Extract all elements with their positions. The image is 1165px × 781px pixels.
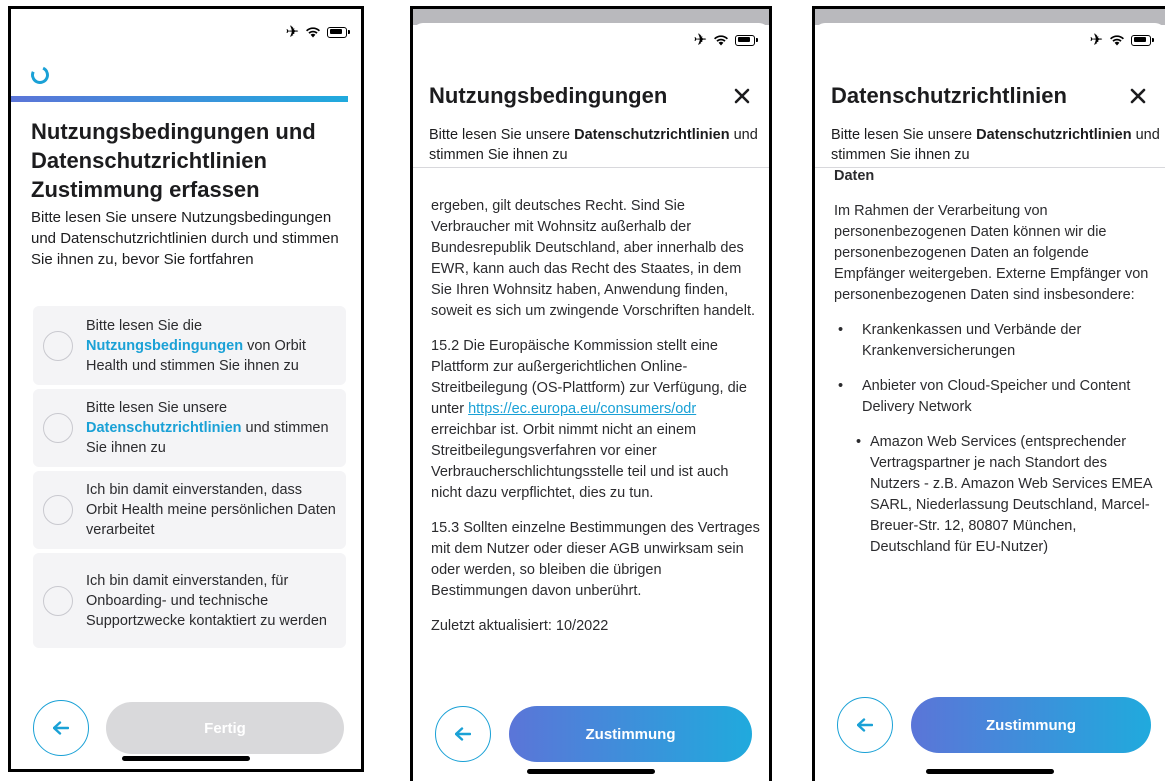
sub-list: • Amazon Web Services (entsprechender Ver… (834, 432, 1152, 558)
terms-paragraph: ergeben, gilt deutsches Recht. Sind Sie … (431, 198, 756, 319)
airplane-icon: ✈ (1089, 32, 1103, 49)
modal-subtitle: Bitte lesen Sie unsere Datenschutzrichtl… (831, 127, 1160, 163)
consent-card-text: Bitte lesen Sie unsere Datenschutzrichtl… (86, 400, 329, 456)
consent-card-text: Bitte lesen Sie die Nutzungsbedingungen … (86, 317, 306, 374)
back-button[interactable] (435, 706, 491, 762)
back-button[interactable] (33, 700, 89, 756)
progress-bar (11, 96, 348, 102)
privacy-modal-screen: ✈ Datenschutzrichtlinien Bitte lesen Sie… (812, 6, 1165, 781)
list-item: • Anbieter von Cloud-Speicher und Content… (834, 378, 1131, 415)
status-bar: ✈ (693, 31, 758, 49)
page-title: Nutzungsbedingungen und Datenschutzricht… (31, 119, 316, 202)
battery-charging-icon (735, 34, 758, 46)
status-bar: ✈ (285, 23, 350, 41)
close-button[interactable] (729, 83, 755, 109)
back-button[interactable] (837, 697, 893, 753)
privacy-scroll-area[interactable]: Daten Im Rahmen der Verarbeitung von per… (815, 168, 1165, 728)
home-indicator (926, 769, 1054, 774)
modal-title: Nutzungsbedingungen (429, 83, 668, 108)
close-icon (1130, 88, 1146, 104)
radio-data-processing[interactable] (43, 495, 73, 525)
radio-contact[interactable] (43, 585, 73, 616)
privacy-paragraph: Im Rahmen der Verarbeitung von personenb… (834, 203, 1149, 303)
wifi-icon (714, 35, 728, 46)
divider (413, 167, 769, 168)
battery-charging-icon (327, 26, 350, 38)
odr-link[interactable]: https://ec.europa.eu/consumers/odr (468, 401, 696, 417)
radio-privacy[interactable] (43, 413, 73, 443)
arrow-left-icon (857, 718, 873, 732)
consent-card-text: Ich bin damit einverstanden, für Onboard… (86, 572, 327, 629)
terms-paragraph: 15.2 Die Europäische Kommission stellt e… (431, 338, 747, 501)
airplane-icon: ✈ (285, 24, 299, 41)
page-description: Bitte lesen Sie unsere Nutzungsbedingung… (31, 209, 339, 268)
close-icon (734, 88, 750, 104)
loading-spinner-icon (28, 63, 52, 87)
arrow-left-icon (455, 727, 471, 741)
privacy-content: Daten Im Rahmen der Verarbeitung von per… (834, 168, 1152, 558)
wifi-icon (1110, 35, 1124, 46)
consent-card-privacy[interactable]: Bitte lesen Sie unsere Datenschutzrichtl… (33, 389, 346, 467)
agree-button[interactable]: Zustimmung (509, 706, 752, 762)
status-bar: ✈ (1089, 31, 1154, 49)
terms-paragraph: 15.3 Sollten einzelne Bestimmungen des V… (431, 520, 760, 599)
airplane-icon: ✈ (693, 32, 707, 49)
terms-content: ergeben, gilt deutsches Recht. Sind Sie … (431, 196, 761, 651)
modal-title: Datenschutzrichtlinien (831, 83, 1067, 108)
done-button[interactable]: Fertig (106, 702, 344, 754)
home-indicator (122, 756, 250, 761)
consent-screen: ✈ Nutzungsbedingungen und Datenschutzric… (8, 6, 364, 772)
modal-subtitle: Bitte lesen Sie unsere Datenschutzrichtl… (429, 127, 758, 163)
battery-charging-icon (1131, 34, 1154, 46)
wifi-icon (306, 27, 320, 38)
consent-card-terms[interactable]: Bitte lesen Sie die Nutzungsbedingungen … (33, 306, 346, 385)
list-item: • Krankenkassen und Verbände der Krankenv… (834, 322, 1082, 359)
close-button[interactable] (1125, 83, 1151, 109)
consent-card-text: Ich bin damit einverstanden, dass Orbit … (86, 482, 336, 538)
terms-link[interactable]: Nutzungsbedingungen (86, 338, 243, 354)
section-heading: Daten (834, 168, 875, 184)
consent-card-data-processing[interactable]: Ich bin damit einverstanden, dass Orbit … (33, 471, 346, 549)
consent-card-contact[interactable]: Ich bin damit einverstanden, für Onboard… (33, 553, 346, 648)
terms-modal-screen: ✈ Nutzungsbedingungen Bitte lesen Sie un… (410, 6, 772, 781)
list-item: • Amazon Web Services (entsprechender Ver… (856, 434, 1152, 555)
home-indicator (527, 769, 655, 774)
privacy-link[interactable]: Datenschutzrichtlinien (86, 420, 242, 436)
radio-terms[interactable] (43, 330, 73, 361)
agree-button[interactable]: Zustimmung (911, 697, 1151, 753)
arrow-left-icon (53, 721, 69, 735)
last-updated: Zuletzt aktualisiert: 10/2022 (431, 618, 609, 634)
